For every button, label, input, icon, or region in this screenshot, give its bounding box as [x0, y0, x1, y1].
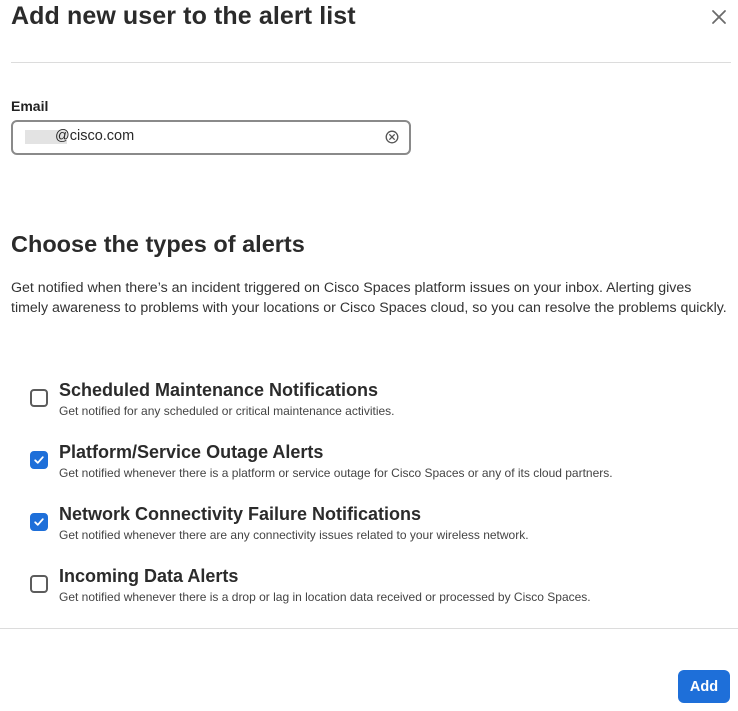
alerts-section-description: Get notified when there’s an incident tr…: [11, 280, 727, 316]
checkmark-icon: [34, 456, 44, 464]
alert-option-description: Get notified for any scheduled or critic…: [59, 404, 395, 418]
header-divider: [11, 62, 731, 63]
alert-option-title: Incoming Data Alerts: [59, 566, 239, 586]
alert-option-title: Scheduled Maintenance Notifications: [59, 380, 379, 400]
checkbox-incoming-data[interactable]: [30, 575, 48, 593]
alert-option-description: Get notified whenever there is a drop or…: [59, 590, 591, 604]
checkmark-icon: [34, 518, 44, 526]
alert-option-title: Network Connectivity Failure Notificatio…: [59, 504, 422, 524]
checkbox-network-connectivity[interactable]: [30, 513, 48, 531]
email-input[interactable]: [55, 128, 375, 144]
footer-divider: [0, 628, 738, 629]
alert-option-title: Platform/Service Outage Alerts: [59, 442, 324, 462]
add-button[interactable]: Add: [678, 670, 730, 703]
alert-option-description: Get notified whenever there is a platfor…: [59, 466, 613, 480]
add-user-dialog: Add new user to the alert list Email Cho…: [0, 0, 738, 711]
checkbox-platform-outage[interactable]: [30, 451, 48, 469]
alert-option-description: Get notified whenever there are any conn…: [59, 528, 529, 542]
email-label: Email: [11, 98, 49, 114]
alert-option-network-connectivity[interactable]: Network Connectivity Failure Notificatio…: [30, 504, 730, 554]
checkbox-scheduled-maintenance[interactable]: [30, 389, 48, 407]
alert-option-incoming-data[interactable]: Incoming Data Alerts Get notified whenev…: [30, 566, 730, 616]
alert-option-platform-outage[interactable]: Platform/Service Outage Alerts Get notif…: [30, 442, 730, 492]
email-field[interactable]: [11, 120, 411, 155]
close-icon[interactable]: [708, 6, 730, 28]
clear-circle-icon[interactable]: [385, 130, 399, 144]
dialog-title: Add new user to the alert list: [11, 2, 356, 30]
alert-option-scheduled-maintenance[interactable]: Scheduled Maintenance Notifications Get …: [30, 380, 730, 430]
alerts-section-title: Choose the types of alerts: [11, 231, 305, 257]
